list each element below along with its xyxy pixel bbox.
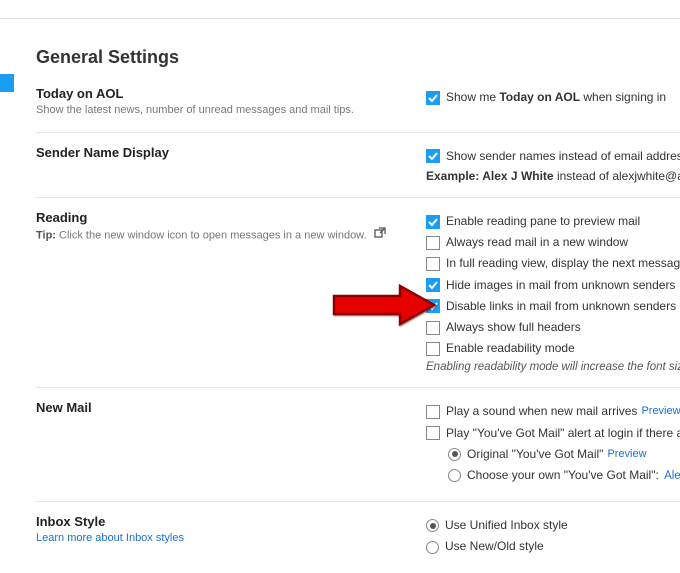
section-title: Today on AOL [36, 86, 406, 101]
checkbox-label: Play "You've Got Mail" alert at login if… [446, 424, 680, 443]
radio-label: Choose your own "You've Got Mail": Alexi… [467, 466, 680, 485]
checkbox-label: Always read mail in a new window [446, 233, 628, 252]
section-title: Reading [36, 210, 406, 225]
section-title: New Mail [36, 400, 406, 415]
checkbox-play-sound-new-mail[interactable] [426, 405, 440, 419]
checkbox-label: Enable readability mode [446, 339, 575, 358]
checkbox-reading-opt-6[interactable] [426, 342, 440, 356]
checkbox-youve-got-mail-alert[interactable] [426, 426, 440, 440]
preview-link[interactable]: Preview [641, 403, 680, 421]
section-today-on-aol: Today on AOL Show the latest news, numbe… [36, 80, 680, 132]
radio-choose-own-youve-got-mail[interactable] [448, 469, 461, 482]
section-sender-name-display: Sender Name Display Show sender names in… [36, 132, 680, 197]
section-new-mail: New Mail Play a sound when new mail arri… [36, 387, 680, 501]
readability-note: Enabling readability mode will increase … [426, 361, 680, 373]
example-text: Example: Alex J White instead of alexjwh… [426, 169, 680, 183]
checkbox-show-today-on-aol[interactable] [426, 91, 440, 105]
active-section-indicator [0, 74, 14, 92]
section-reading: Reading Tip: Click the new window icon t… [36, 197, 680, 387]
radio-label: Use Unified Inbox style [445, 516, 568, 535]
radio-label: Original "You've Got Mail" [467, 445, 603, 464]
checkbox-label: Enable reading pane to preview mail [446, 212, 640, 231]
checkbox-reading-opt-5[interactable] [426, 321, 440, 335]
checkbox-reading-opt-2[interactable] [426, 257, 440, 271]
section-tip: Tip: Click the new window icon to open m… [36, 227, 406, 244]
checkbox-reading-opt-1[interactable] [426, 236, 440, 250]
checkbox-label: In full reading view, display the next m… [446, 254, 680, 273]
radio-new-old-inbox[interactable] [426, 541, 439, 554]
checkbox-label: Show sender names instead of email addre… [446, 147, 680, 166]
radio-unified-inbox[interactable] [426, 519, 439, 532]
checkbox-label: Show me Today on AOL when signing in [446, 88, 666, 107]
preview-link[interactable]: Preview [607, 446, 646, 464]
section-inbox-style: Inbox Style Learn more about Inbox style… [36, 501, 680, 572]
section-subtitle: Show the latest news, number of unread m… [36, 103, 406, 118]
radio-label: Use New/Old style [445, 537, 544, 556]
checkbox-reading-opt-0[interactable] [426, 215, 440, 229]
checkbox-label: Hide images in mail from unknown senders [446, 276, 675, 295]
checkbox-label: Disable links in mail from unknown sende… [446, 297, 676, 316]
radio-original-youve-got-mail[interactable] [448, 448, 461, 461]
checkbox-reading-opt-3[interactable] [426, 278, 440, 292]
section-title: Sender Name Display [36, 145, 406, 160]
checkbox-reading-opt-4[interactable] [426, 299, 440, 313]
checkbox-label: Always show full headers [446, 318, 581, 337]
checkbox-label: Play a sound when new mail arrives [446, 402, 637, 421]
page-title: General Settings [36, 29, 680, 80]
learn-more-inbox-styles-link[interactable]: Learn more about Inbox styles [36, 532, 184, 544]
checkbox-show-sender-names[interactable] [426, 149, 440, 163]
new-window-icon [374, 227, 386, 244]
